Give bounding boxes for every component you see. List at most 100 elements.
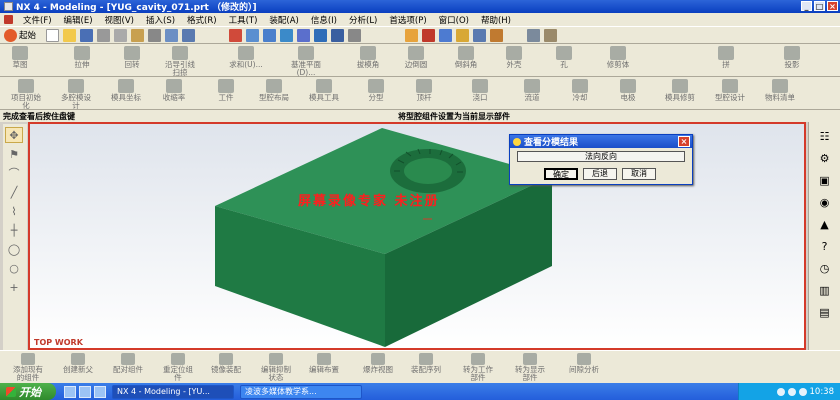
sweep-button[interactable]: 沿导引线 扫掠 <box>160 46 200 77</box>
shrinkage-button[interactable]: 收缩率 <box>154 79 194 102</box>
point-tool-icon[interactable]: ⚑ <box>5 146 23 162</box>
edge-blend-button[interactable]: 边倒圆 <box>396 46 436 69</box>
close-button[interactable]: × <box>827 1 838 11</box>
cancel-button[interactable]: 取消 <box>622 168 656 180</box>
mold-base-icon[interactable] <box>456 28 470 42</box>
dialog-close-button[interactable]: × <box>678 136 690 147</box>
media-icon[interactable] <box>94 385 106 398</box>
zoom-in-icon[interactable] <box>263 28 277 42</box>
menu-preferences[interactable]: 首选项(P) <box>383 14 432 26</box>
toolbar-options-icon[interactable] <box>544 28 558 42</box>
network-icon[interactable] <box>776 387 785 396</box>
nx-menu-icon[interactable] <box>4 15 13 24</box>
workpiece-button[interactable]: 工件 <box>206 79 246 102</box>
add-tool-icon[interactable]: + <box>5 279 23 295</box>
mold-tools-button[interactable]: 模具工具 <box>304 79 344 102</box>
project-init-button[interactable]: 项目初始 化 <box>6 79 46 110</box>
multi-cavity-button[interactable]: 多腔模设 计 <box>56 79 96 110</box>
edit-suppression-button[interactable]: 编辑抑制 状态 <box>254 353 298 382</box>
pan-icon[interactable] <box>297 28 311 42</box>
mirror-assembly-button[interactable]: 镜像装配 <box>204 353 248 374</box>
minimize-button[interactable]: _ <box>801 1 812 11</box>
save-icon[interactable] <box>80 28 94 42</box>
maximize-button[interactable]: □ <box>814 1 825 11</box>
fit-view-icon[interactable] <box>229 28 243 42</box>
menu-format[interactable]: 格式(R) <box>181 14 223 26</box>
trim-body-button[interactable]: 修剪体 <box>598 46 638 69</box>
draft-button[interactable]: 拔模角 <box>348 46 388 69</box>
circle-tool-icon[interactable]: ◯ <box>5 241 23 257</box>
new-file-icon[interactable] <box>46 28 60 42</box>
reuse-library-icon[interactable]: ▣ <box>815 172 835 188</box>
make-displayed-part-button[interactable]: 转为显示 部件 <box>508 353 552 382</box>
mate-component-button[interactable]: 配对组件 <box>106 353 150 374</box>
arc-tool-icon[interactable]: ⌇ <box>5 203 23 219</box>
project-button[interactable]: 投影 <box>772 46 812 69</box>
web-browser-icon[interactable]: ◉ <box>815 194 835 210</box>
cut-icon[interactable] <box>97 28 111 42</box>
ellipse-tool-icon[interactable]: ○ <box>5 260 23 276</box>
view-orient-icon[interactable] <box>331 28 345 42</box>
assembly-navigator-icon[interactable]: ☷ <box>815 128 835 144</box>
menu-analysis[interactable]: 分析(L) <box>343 14 383 26</box>
show-desktop-icon[interactable] <box>64 385 76 398</box>
browser-icon[interactable] <box>79 385 91 398</box>
part-navigator-icon[interactable]: ⚙ <box>815 150 835 166</box>
analysis-icon[interactable] <box>473 28 487 42</box>
taskbar-item-nx[interactable]: NX 4 - Modeling - [YU... <box>112 384 234 399</box>
rotate-icon[interactable] <box>280 28 294 42</box>
ime-icon[interactable] <box>798 387 807 396</box>
hole-button[interactable]: 孔 <box>544 46 584 69</box>
windows-start-button[interactable]: 开始 <box>0 383 56 400</box>
toolbar-extra-icon[interactable] <box>527 28 541 42</box>
ejector-pin-button[interactable]: 顶杆 <box>404 79 444 102</box>
zoom-icon[interactable] <box>246 28 260 42</box>
extrude-button[interactable]: 拉伸 <box>62 46 102 69</box>
menu-insert[interactable]: 插入(S) <box>140 14 181 26</box>
electrode-button[interactable]: 电极 <box>608 79 648 102</box>
reverse-normal-button[interactable]: 法向反向 <box>517 151 685 162</box>
history-icon[interactable]: ◷ <box>815 260 835 276</box>
cavity-design-button[interactable]: 型腔设计 <box>710 79 750 102</box>
stitch-button[interactable]: 拼 <box>706 46 746 69</box>
bom-button[interactable]: 物料清单 <box>760 79 800 102</box>
parting-button[interactable]: 分型 <box>356 79 396 102</box>
menu-tools[interactable]: 工具(T) <box>223 14 264 26</box>
mold-trim-button[interactable]: 模具修剪 <box>660 79 700 102</box>
clearance-analysis-button[interactable]: 间隙分析 <box>562 353 606 374</box>
gate-button[interactable]: 浇口 <box>460 79 500 102</box>
runner-button[interactable]: 流道 <box>512 79 552 102</box>
copy-icon[interactable] <box>114 28 128 42</box>
assembly-icon[interactable] <box>439 28 453 42</box>
standard-part-icon[interactable] <box>490 28 504 42</box>
volume-icon[interactable] <box>787 387 796 396</box>
palette-icon[interactable]: ▲ <box>815 216 835 232</box>
mold-tool-icon[interactable] <box>422 28 436 42</box>
start-menu-button[interactable]: 起始 <box>4 28 36 42</box>
revolve-button[interactable]: 回转 <box>112 46 152 69</box>
reposition-component-button[interactable]: 重定位组 件 <box>156 353 200 382</box>
menu-help[interactable]: 帮助(H) <box>475 14 517 26</box>
assembly-sequence-button[interactable]: 装配序列 <box>404 353 448 374</box>
menu-view[interactable]: 视图(V) <box>99 14 140 26</box>
mold-wizard-icon[interactable] <box>405 28 419 42</box>
select-tool-icon[interactable]: ✥ <box>5 127 23 143</box>
sketch-button[interactable]: 草图 <box>0 46 40 69</box>
delete-icon[interactable] <box>148 28 162 42</box>
create-new-parent-button[interactable]: 创建新父 <box>56 353 100 374</box>
mold-csys-button[interactable]: 模具坐标 <box>106 79 146 102</box>
menu-window[interactable]: 窗口(O) <box>433 14 475 26</box>
profile-tool-icon[interactable]: ⌒ <box>5 165 23 181</box>
ok-button[interactable]: 确定 <box>544 168 578 180</box>
menu-info[interactable]: 信息(I) <box>305 14 343 26</box>
open-folder-icon[interactable] <box>63 28 77 42</box>
exploded-view-button[interactable]: 爆炸视图 <box>356 353 400 374</box>
back-button[interactable]: 后退 <box>583 168 617 180</box>
undo-icon[interactable] <box>165 28 179 42</box>
datum-plane-button[interactable]: 基准平面 (D)... <box>286 46 326 77</box>
layer-icon[interactable] <box>348 28 362 42</box>
menu-assembly[interactable]: 装配(A) <box>263 14 304 26</box>
intersection-tool-icon[interactable]: ┼ <box>5 222 23 238</box>
edit-arrangement-button[interactable]: 编辑布置 <box>302 353 346 374</box>
line-tool-icon[interactable]: ╱ <box>5 184 23 200</box>
